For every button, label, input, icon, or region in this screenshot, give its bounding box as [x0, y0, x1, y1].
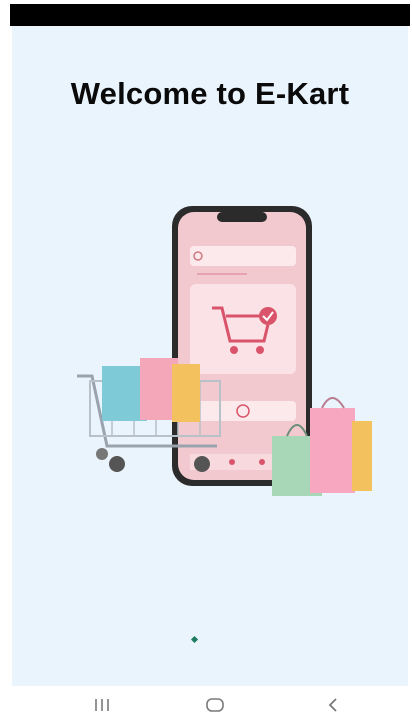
cart-front-wheel	[109, 456, 125, 472]
back-icon[interactable]	[318, 694, 348, 716]
shopping-illustration	[77, 206, 372, 496]
status-bar	[10, 4, 410, 26]
bag-yellow-right	[352, 421, 372, 491]
home-glyph	[206, 698, 224, 712]
phone-confirm-card	[190, 401, 296, 421]
phone-nav-cart-icon	[229, 459, 235, 465]
phone-notch	[217, 212, 267, 222]
cart-rear-wheel	[194, 456, 210, 472]
cart-wheel-right	[256, 346, 264, 354]
welcome-title: Welcome to E-Kart	[70, 76, 350, 111]
bag-pink-right	[310, 408, 355, 493]
splash-screen: Welcome to E-Kart	[12, 26, 408, 686]
phone-product-card	[190, 284, 296, 374]
home-icon[interactable]	[200, 694, 230, 716]
back-glyph	[328, 698, 337, 712]
phone-nav-user-icon	[259, 459, 265, 465]
cart-wheel-left	[230, 346, 238, 354]
system-nav-bar	[0, 686, 412, 723]
recents-glyph	[95, 699, 109, 711]
bag-yellow	[172, 364, 200, 422]
check-badge-icon	[259, 307, 277, 325]
loading-indicator	[190, 635, 199, 644]
phone-search-bar	[190, 246, 296, 266]
recents-icon[interactable]	[87, 694, 117, 716]
